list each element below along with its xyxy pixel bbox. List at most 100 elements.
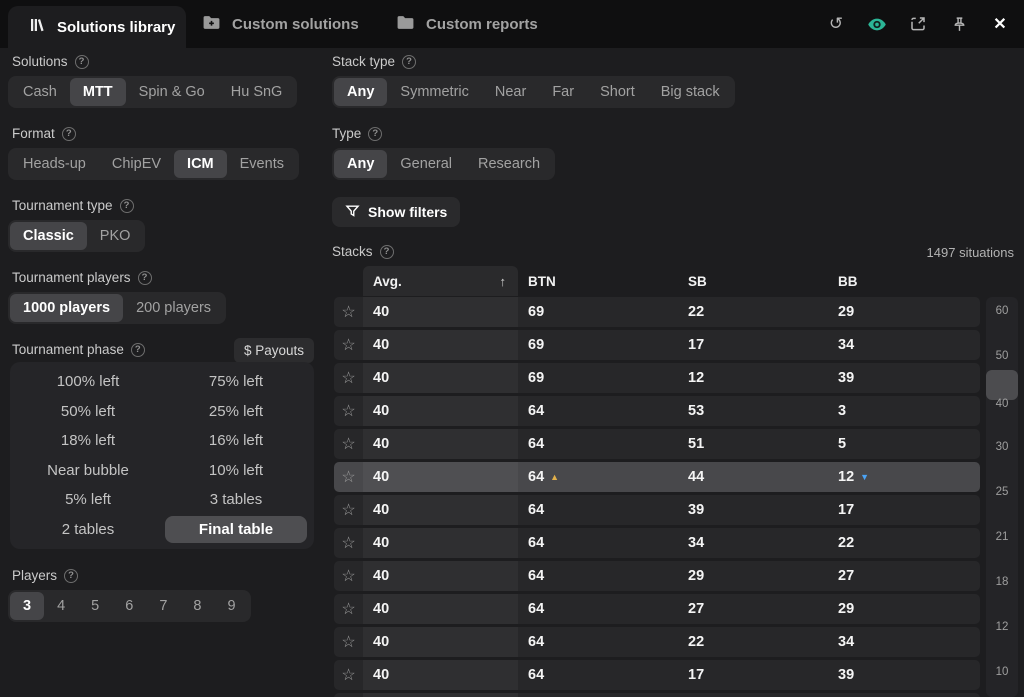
phase-10-left[interactable]: 10% left (165, 457, 307, 485)
option-general[interactable]: General (387, 150, 465, 178)
star-icon[interactable]: ☆ (334, 632, 363, 652)
table-row[interactable]: ☆ 40 64 53 3 (334, 396, 980, 426)
pin-icon[interactable] (949, 14, 969, 34)
table-row[interactable]: ☆ 40 64 39 17 (334, 495, 980, 525)
option-mtt[interactable]: MTT (70, 78, 126, 106)
phase-75-left[interactable]: 75% left (165, 368, 307, 396)
help-icon[interactable]: ? (120, 199, 134, 213)
table-row[interactable]: ☆ 40 64 29 27 (334, 561, 980, 591)
star-icon[interactable]: ☆ (334, 500, 363, 520)
table-row[interactable]: ☆ 40 64 22 34 (334, 627, 980, 657)
show-filters-button[interactable]: Show filters (332, 197, 460, 227)
option-spin-and-go[interactable]: Spin & Go (126, 78, 218, 106)
star-icon[interactable]: ☆ (334, 665, 363, 685)
players-label: Players ? (12, 568, 78, 583)
table-row[interactable]: ☆ 40 69 12 39 (334, 363, 980, 393)
option-hu-sng[interactable]: Hu SnG (218, 78, 296, 106)
phase-100-left[interactable]: 100% left (17, 368, 159, 396)
column-header-avg[interactable]: Avg. ↑ (363, 266, 518, 296)
help-icon[interactable]: ? (368, 127, 382, 141)
table-row[interactable]: ☆ 40 64 51 5 (334, 429, 980, 459)
option-players-8[interactable]: 8 (180, 592, 214, 620)
cell-btn: 64 (518, 502, 678, 518)
rail-label: 21 (986, 531, 1018, 543)
help-icon[interactable]: ? (75, 55, 89, 69)
table-row[interactable]: ☆ 40 64 34 22 (334, 528, 980, 558)
column-header-btn[interactable]: BTN (518, 274, 678, 289)
star-icon[interactable]: ☆ (334, 335, 363, 355)
help-icon[interactable]: ? (131, 343, 145, 357)
help-icon[interactable]: ? (380, 245, 394, 259)
cell-avg: 40 (373, 667, 389, 683)
close-icon[interactable]: ✕ (990, 14, 1010, 34)
option-pko[interactable]: PKO (87, 222, 144, 250)
cell-btn: 64 (518, 535, 678, 551)
option-near[interactable]: Near (482, 78, 539, 106)
star-icon[interactable]: ☆ (334, 467, 363, 487)
phase-2-tables[interactable]: 2 tables (17, 516, 159, 544)
option-far[interactable]: Far (539, 78, 587, 106)
table-row[interactable]: ☆ 40 69 22 29 (334, 297, 980, 327)
option-players-4[interactable]: 4 (44, 592, 78, 620)
column-header-sb[interactable]: SB (678, 274, 828, 289)
table-row-selected[interactable]: ☆ 40 64 ▲ 44 12 ▼ (334, 462, 980, 492)
option-stack-any[interactable]: Any (334, 78, 387, 106)
option-1000-players[interactable]: 1000 players (10, 294, 123, 322)
phase-near-bubble[interactable]: Near bubble (17, 457, 159, 485)
phase-18-left[interactable]: 18% left (17, 427, 159, 455)
table-row[interactable]: ☆ 40 64 17 39 (334, 660, 980, 690)
option-players-3[interactable]: 3 (10, 592, 44, 620)
table-row-partial[interactable] (334, 693, 980, 697)
star-icon[interactable]: ☆ (334, 368, 363, 388)
option-events[interactable]: Events (227, 150, 297, 178)
option-cash[interactable]: Cash (10, 78, 70, 106)
option-chipev[interactable]: ChipEV (99, 150, 174, 178)
cell-sb: 22 (678, 634, 828, 650)
tab-solutions-library[interactable]: Solutions library (8, 6, 186, 48)
column-header-bb[interactable]: BB (828, 274, 980, 289)
option-players-9[interactable]: 9 (214, 592, 248, 620)
option-type-any[interactable]: Any (334, 150, 387, 178)
option-short[interactable]: Short (587, 78, 648, 106)
payouts-button[interactable]: $ Payouts (234, 338, 314, 363)
scrollbar-thumb[interactable] (986, 370, 1018, 400)
option-big-stack[interactable]: Big stack (648, 78, 733, 106)
table-row[interactable]: ☆ 40 69 17 34 (334, 330, 980, 360)
phase-final-table[interactable]: Final table (165, 516, 307, 544)
option-research[interactable]: Research (465, 150, 553, 178)
help-icon[interactable]: ? (64, 569, 78, 583)
option-heads-up[interactable]: Heads-up (10, 150, 99, 178)
cell-btn: 69 (518, 370, 678, 386)
phase-25-left[interactable]: 25% left (165, 398, 307, 426)
option-200-players[interactable]: 200 players (123, 294, 224, 322)
cell-avg: 40 (373, 370, 389, 386)
option-symmetric[interactable]: Symmetric (387, 78, 481, 106)
phase-50-left[interactable]: 50% left (17, 398, 159, 426)
help-icon[interactable]: ? (138, 271, 152, 285)
star-icon[interactable]: ☆ (334, 434, 363, 454)
star-icon[interactable]: ☆ (334, 401, 363, 421)
option-icm[interactable]: ICM (174, 150, 227, 178)
table-row[interactable]: ☆ 40 64 27 29 (334, 594, 980, 624)
help-icon[interactable]: ? (402, 55, 416, 69)
tab-custom-solutions[interactable]: Custom solutions (202, 0, 359, 48)
sort-ascending-icon[interactable]: ↑ (500, 274, 507, 289)
open-external-icon[interactable] (908, 14, 928, 34)
star-icon[interactable]: ☆ (334, 302, 363, 322)
phase-3-tables[interactable]: 3 tables (165, 486, 307, 514)
cell-bb: 39 (828, 667, 980, 683)
help-icon[interactable]: ? (62, 127, 76, 141)
star-icon[interactable]: ☆ (334, 599, 363, 619)
star-icon[interactable]: ☆ (334, 566, 363, 586)
phase-16-left[interactable]: 16% left (165, 427, 307, 455)
phase-5-left[interactable]: 5% left (17, 486, 159, 514)
option-classic[interactable]: Classic (10, 222, 87, 250)
option-players-6[interactable]: 6 (112, 592, 146, 620)
option-players-7[interactable]: 7 (146, 592, 180, 620)
stack-scroll-rail[interactable]: 60 50 40 30 25 21 18 12 10 (986, 297, 1018, 697)
option-players-5[interactable]: 5 (78, 592, 112, 620)
tab-custom-reports[interactable]: Custom reports (396, 0, 538, 48)
eye-icon[interactable] (867, 14, 887, 34)
refresh-icon[interactable]: ↺ (826, 14, 846, 34)
star-icon[interactable]: ☆ (334, 533, 363, 553)
